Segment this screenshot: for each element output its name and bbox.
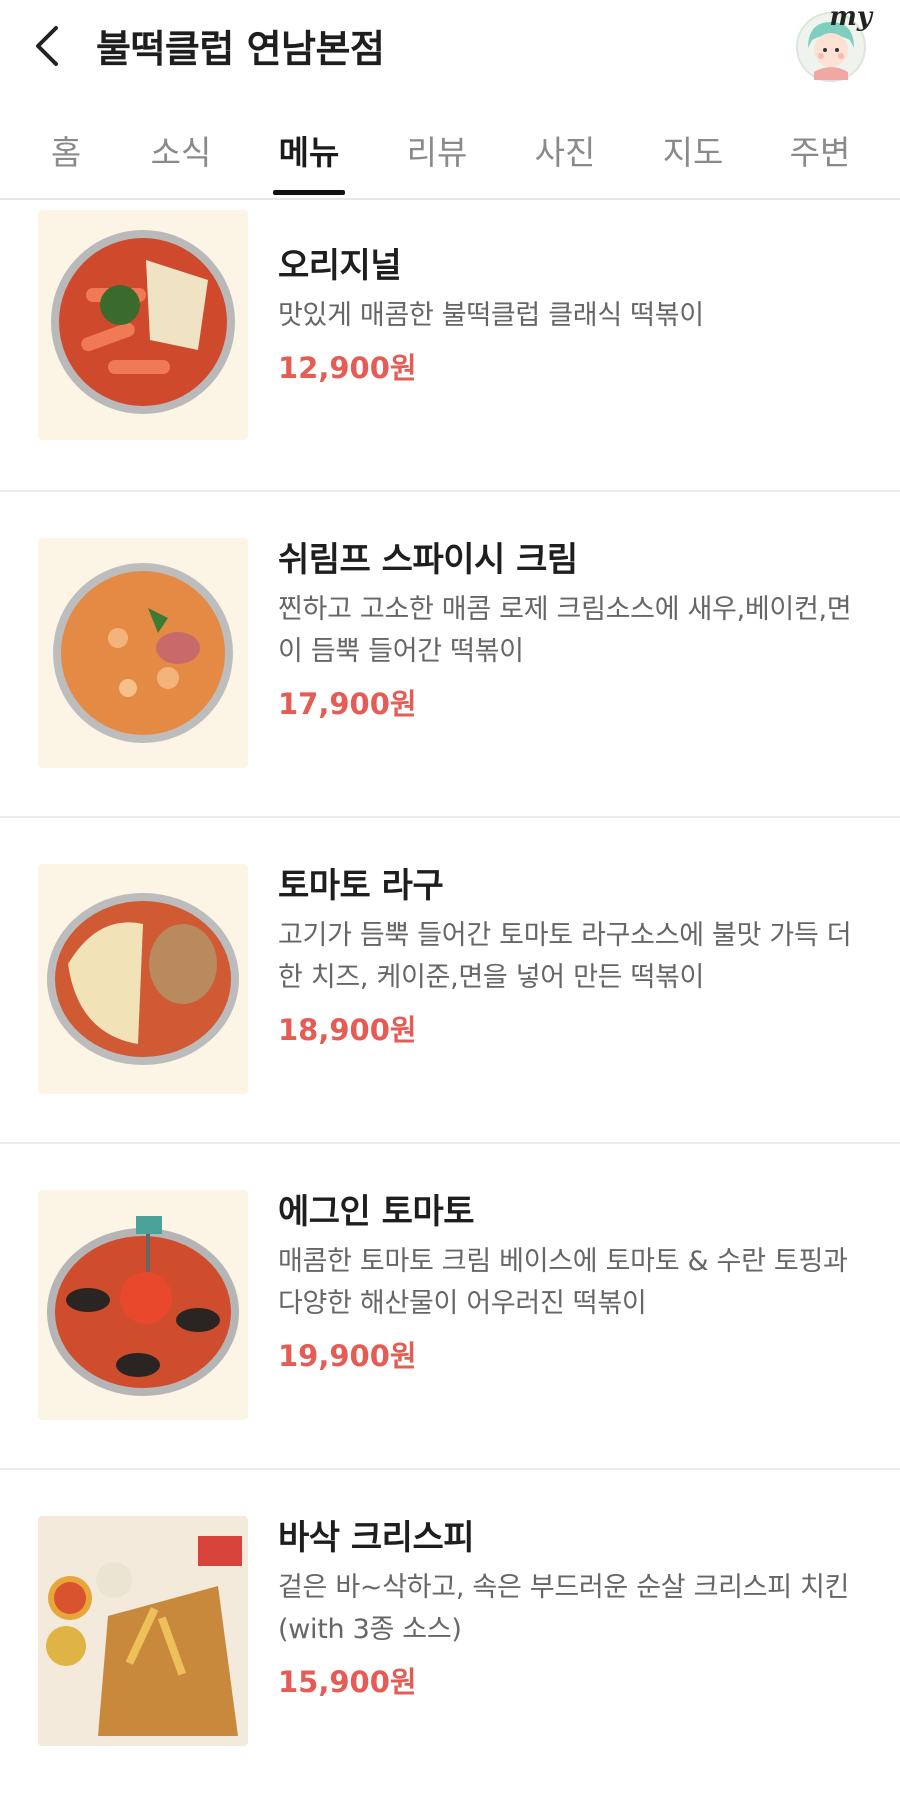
tab-photos[interactable]: 사진 <box>535 126 596 174</box>
tab-bar: 홈 소식 메뉴 리뷰 사진 지도 주변 <box>0 92 900 200</box>
menu-item-image <box>38 864 248 1094</box>
menu-item[interactable]: 에그인 토마토 매콤한 토마토 크림 베이스에 토마토 & 수란 토핑과 다양한… <box>0 1144 900 1470</box>
menu-item[interactable]: 오리지널 맛있게 매콤한 불떡클럽 클래식 떡볶이 12,900원 <box>0 200 900 492</box>
menu-item-image <box>38 1516 248 1746</box>
menu-item-name: 오리지널 <box>278 246 402 286</box>
tab-menu[interactable]: 메뉴 <box>279 126 340 174</box>
menu-item-image <box>38 1190 248 1420</box>
page-title: 불떡클럽 연남본점 <box>96 27 385 71</box>
menu-item[interactable]: 쉬림프 스파이시 크림 찐하고 고소한 매콤 로제 크림소스에 새우,베이컨,면… <box>0 492 900 818</box>
menu-item-price: 17,900원 <box>278 687 417 721</box>
menu-item-desc: 매콤한 토마토 크림 베이스에 토마토 & 수란 토핑과 다양한 해산물이 어우… <box>278 1246 848 1319</box>
menu-item-desc: 맛있게 매콤한 불떡클럽 클래식 떡볶이 <box>278 300 704 331</box>
tab-home[interactable]: 홈 <box>51 126 81 174</box>
menu-item-price: 19,900원 <box>278 1339 417 1373</box>
menu-item-name: 바삭 크리스피 <box>278 1518 475 1558</box>
back-arrow-icon[interactable] <box>28 22 72 70</box>
menu-item-image <box>38 210 248 440</box>
menu-item-price: 12,900원 <box>278 351 417 385</box>
menu-item-image <box>38 538 248 768</box>
header: 불떡클럽 연남본점 my <box>0 0 900 92</box>
menu-item-price: 15,900원 <box>278 1665 417 1699</box>
menu-item-price: 18,900원 <box>278 1013 417 1047</box>
menu-item-desc: 겉은 바~삭하고, 속은 부드러운 순살 크리스피 치킨 (with 3종 소스… <box>278 1572 850 1645</box>
active-tab-indicator <box>273 190 345 195</box>
my-label: my <box>829 2 872 32</box>
menu-item-desc: 고기가 듬뿍 들어간 토마토 라구소스에 불맛 가득 더한 치즈, 케이준,면을… <box>278 920 852 993</box>
tab-nearby[interactable]: 주변 <box>790 126 851 174</box>
menu-item-name: 토마토 라구 <box>278 866 444 906</box>
menu-item[interactable]: 토마토 라구 고기가 듬뿍 들어간 토마토 라구소스에 불맛 가득 더한 치즈,… <box>0 818 900 1144</box>
menu-item[interactable]: 바삭 크리스피 겉은 바~삭하고, 속은 부드러운 순살 크리스피 치킨 (wi… <box>0 1470 900 1794</box>
menu-item-name: 에그인 토마토 <box>278 1192 475 1232</box>
menu-list: 오리지널 맛있게 매콤한 불떡클럽 클래식 떡볶이 12,900원 쉬림프 스파… <box>0 200 900 1794</box>
tab-map[interactable]: 지도 <box>663 126 724 174</box>
tab-news[interactable]: 소식 <box>151 126 212 174</box>
tab-reviews[interactable]: 리뷰 <box>407 126 468 174</box>
menu-item-name: 쉬림프 스파이시 크림 <box>278 540 578 580</box>
menu-item-desc: 찐하고 고소한 매콤 로제 크림소스에 새우,베이컨,면이 듬뿍 들어간 떡볶이 <box>278 594 852 667</box>
